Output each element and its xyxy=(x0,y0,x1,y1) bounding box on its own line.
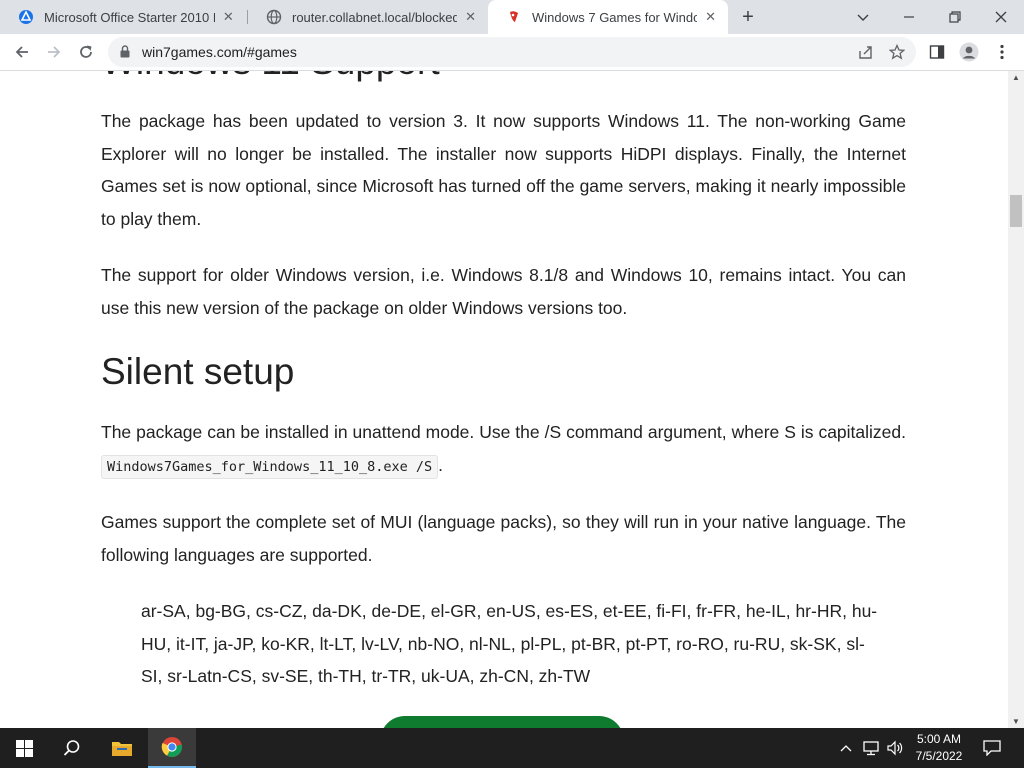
supported-languages-list: ar-SA, bg-BG, cs-CZ, da-DK, de-DE, el-GR… xyxy=(141,601,878,686)
search-icon[interactable] xyxy=(48,728,96,768)
bookmark-star-icon[interactable] xyxy=(888,43,906,61)
system-clock[interactable]: 5:00 AM 7/5/2022 xyxy=(904,731,974,765)
close-window-icon[interactable] xyxy=(978,0,1024,34)
new-tab-plus-icon[interactable]: + xyxy=(736,5,760,29)
section-heading-silent-setup: Silent setup xyxy=(101,351,295,392)
win7games-favicon-icon xyxy=(506,9,522,25)
paragraph-mui-support: Games support the complete set of MUI (l… xyxy=(101,512,906,565)
browser-toolbar: win7games.com/#games xyxy=(0,34,1024,71)
close-icon[interactable]: ✕ xyxy=(703,9,718,25)
scroll-down-arrow-icon[interactable]: ▼ xyxy=(1012,717,1020,726)
scroll-up-arrow-icon[interactable]: ▲ xyxy=(1012,73,1020,82)
address-bar[interactable]: win7games.com/#games xyxy=(108,37,916,67)
share-icon[interactable] xyxy=(857,43,875,61)
tab-title: Microsoft Office Starter 2010 Do xyxy=(44,9,215,25)
tab-router-blocked[interactable]: router.collabnet.local/blocked.ph ✕ xyxy=(248,0,488,34)
chrome-icon[interactable] xyxy=(148,728,196,768)
back-arrow-icon[interactable] xyxy=(8,38,36,66)
profile-avatar-icon[interactable] xyxy=(955,38,983,66)
globe-icon xyxy=(266,9,282,25)
paragraph-version-update: The package has been updated to version … xyxy=(101,111,906,229)
tab-search-chevron-icon[interactable] xyxy=(840,0,886,34)
sentence-end: . xyxy=(438,454,443,475)
page-scrollbar[interactable]: ▲ ▼ xyxy=(1008,71,1024,728)
download-button[interactable] xyxy=(380,716,624,728)
volume-icon[interactable] xyxy=(884,728,906,768)
reload-icon[interactable] xyxy=(72,38,100,66)
tab-office-starter[interactable]: Microsoft Office Starter 2010 Do ✕ xyxy=(0,0,246,34)
file-explorer-icon[interactable] xyxy=(98,728,146,768)
section-heading-windows-11-support: Windows 11 Support xyxy=(101,71,440,83)
show-hidden-icons-chevron-icon[interactable] xyxy=(836,728,856,768)
office-favicon-icon xyxy=(18,9,34,25)
clock-date: 7/5/2022 xyxy=(915,749,963,763)
tab-win7games[interactable]: Windows 7 Games for Windows ✕ xyxy=(488,0,728,34)
tab-strip: Microsoft Office Starter 2010 Do ✕ route… xyxy=(0,0,1024,34)
command-code: Windows7Games_for_Windows_11_10_8.exe /S xyxy=(101,454,439,479)
side-panel-icon[interactable] xyxy=(923,38,951,66)
minimize-icon[interactable] xyxy=(886,0,932,34)
forward-arrow-icon[interactable] xyxy=(40,38,68,66)
silent-setup-text: The package can be installed in unattend… xyxy=(101,422,906,442)
menu-kebab-icon[interactable] xyxy=(988,38,1016,66)
paragraph-older-windows: The support for older Windows version, i… xyxy=(101,265,906,318)
tab-title: Windows 7 Games for Windows xyxy=(532,9,698,25)
windows-taskbar: 5:00 AM 7/5/2022 xyxy=(0,728,1024,768)
windows-start-icon[interactable] xyxy=(0,728,48,768)
paragraph-silent-setup: The package can be installed in unattend… xyxy=(101,416,906,483)
restore-icon[interactable] xyxy=(932,0,978,34)
notification-center-icon[interactable] xyxy=(978,728,1006,768)
scroll-thumb[interactable] xyxy=(1010,195,1022,227)
close-icon[interactable]: ✕ xyxy=(221,9,236,25)
clock-time: 5:00 AM xyxy=(916,732,962,746)
lock-icon[interactable] xyxy=(120,45,130,63)
close-icon[interactable]: ✕ xyxy=(463,9,478,25)
page-viewport: Windows 11 Support The package has been … xyxy=(0,71,1008,728)
tab-title: router.collabnet.local/blocked.ph xyxy=(292,9,458,25)
network-icon[interactable] xyxy=(860,728,882,768)
url-text[interactable]: win7games.com/#games xyxy=(142,44,297,60)
